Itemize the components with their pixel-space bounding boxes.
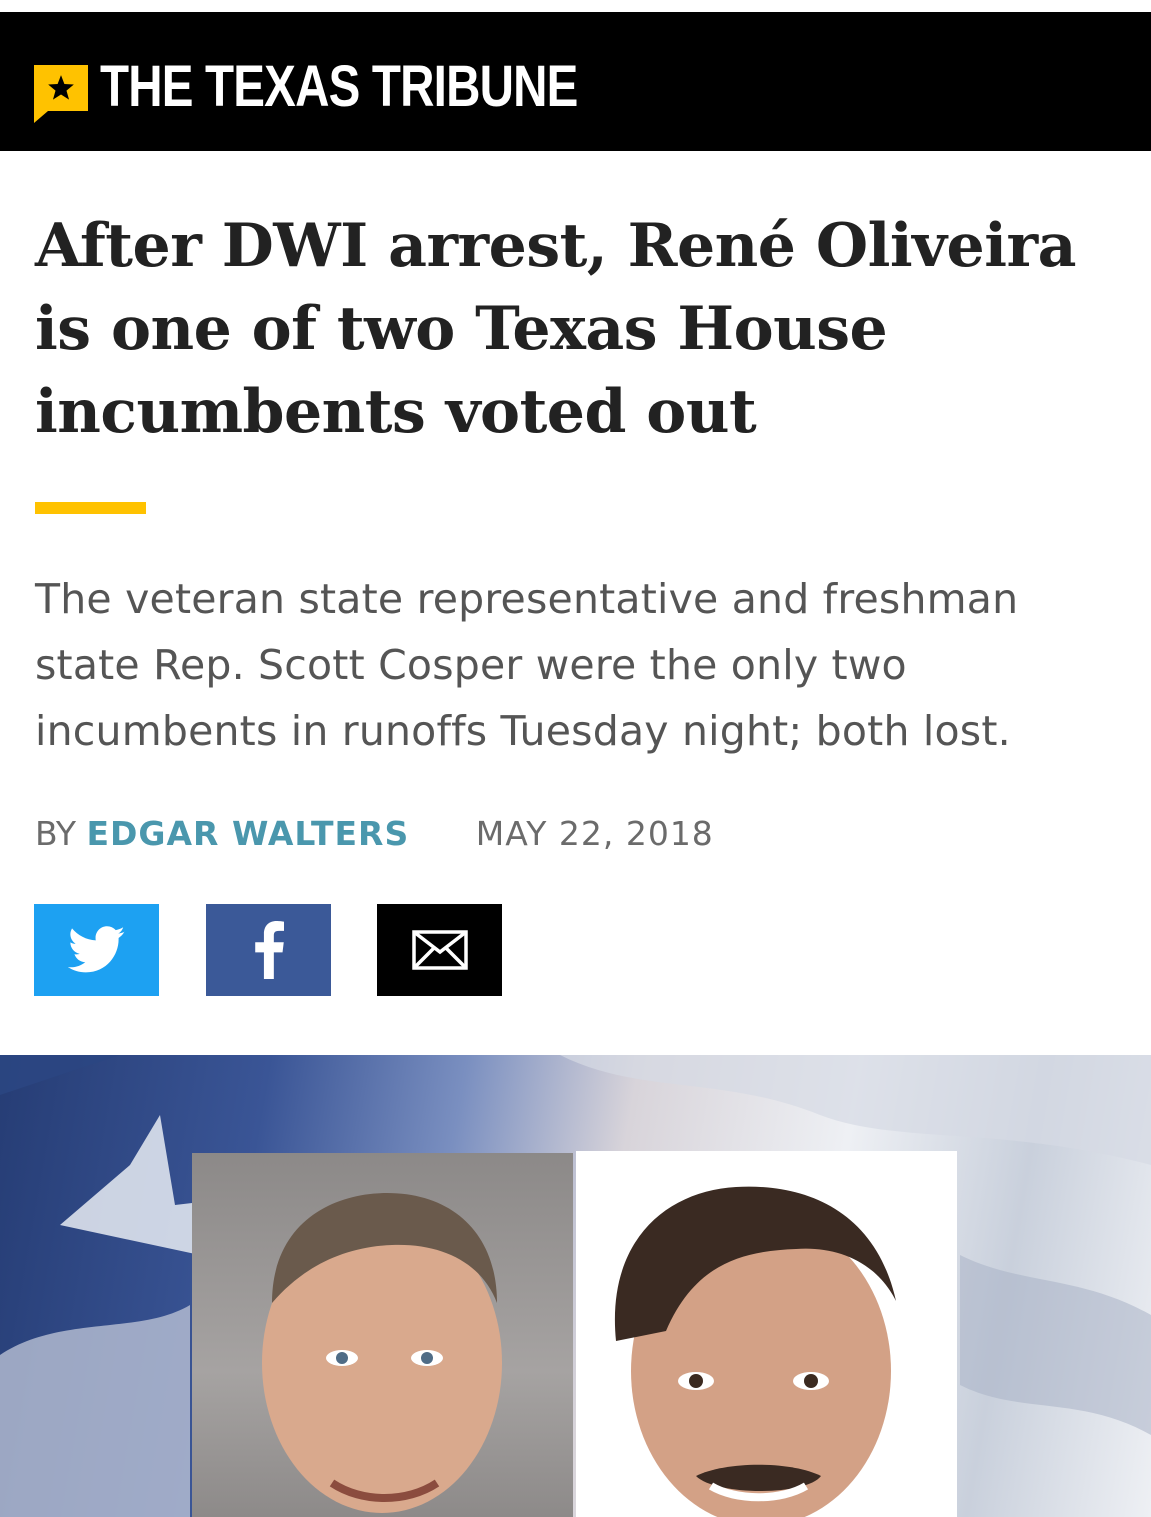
- status-strip: [0, 0, 1151, 12]
- byline-prefix: BY: [35, 814, 76, 853]
- facebook-f-icon: [254, 921, 284, 979]
- byline: BY EDGAR WALTERS MAY 22, 2018: [35, 812, 714, 856]
- share-twitter-button[interactable]: [34, 904, 159, 996]
- site-title[interactable]: THE TEXAS TRIBUNE: [100, 52, 578, 122]
- masthead: THE TEXAS TRIBUNE: [0, 12, 1151, 151]
- article-summary: The veteran state representative and fre…: [35, 575, 1019, 755]
- share-email-button[interactable]: [377, 904, 502, 996]
- envelope-icon: [411, 930, 468, 970]
- article-headline: After DWI arrest, René Oliveira is one o…: [35, 211, 1077, 447]
- photo-scott-cosper: [576, 1151, 957, 1517]
- headline-divider: [35, 502, 146, 514]
- photo-rene-oliveira: [192, 1153, 573, 1517]
- share-facebook-button[interactable]: [206, 904, 331, 996]
- portrait-left: [262, 1193, 502, 1513]
- author-link[interactable]: EDGAR WALTERS: [87, 814, 410, 853]
- star-icon: [48, 75, 74, 100]
- publish-date: MAY 22, 2018: [475, 814, 714, 853]
- logo-badge[interactable]: [34, 65, 88, 123]
- portrait-right: [614, 1186, 896, 1517]
- twitter-bird-icon: [67, 926, 125, 973]
